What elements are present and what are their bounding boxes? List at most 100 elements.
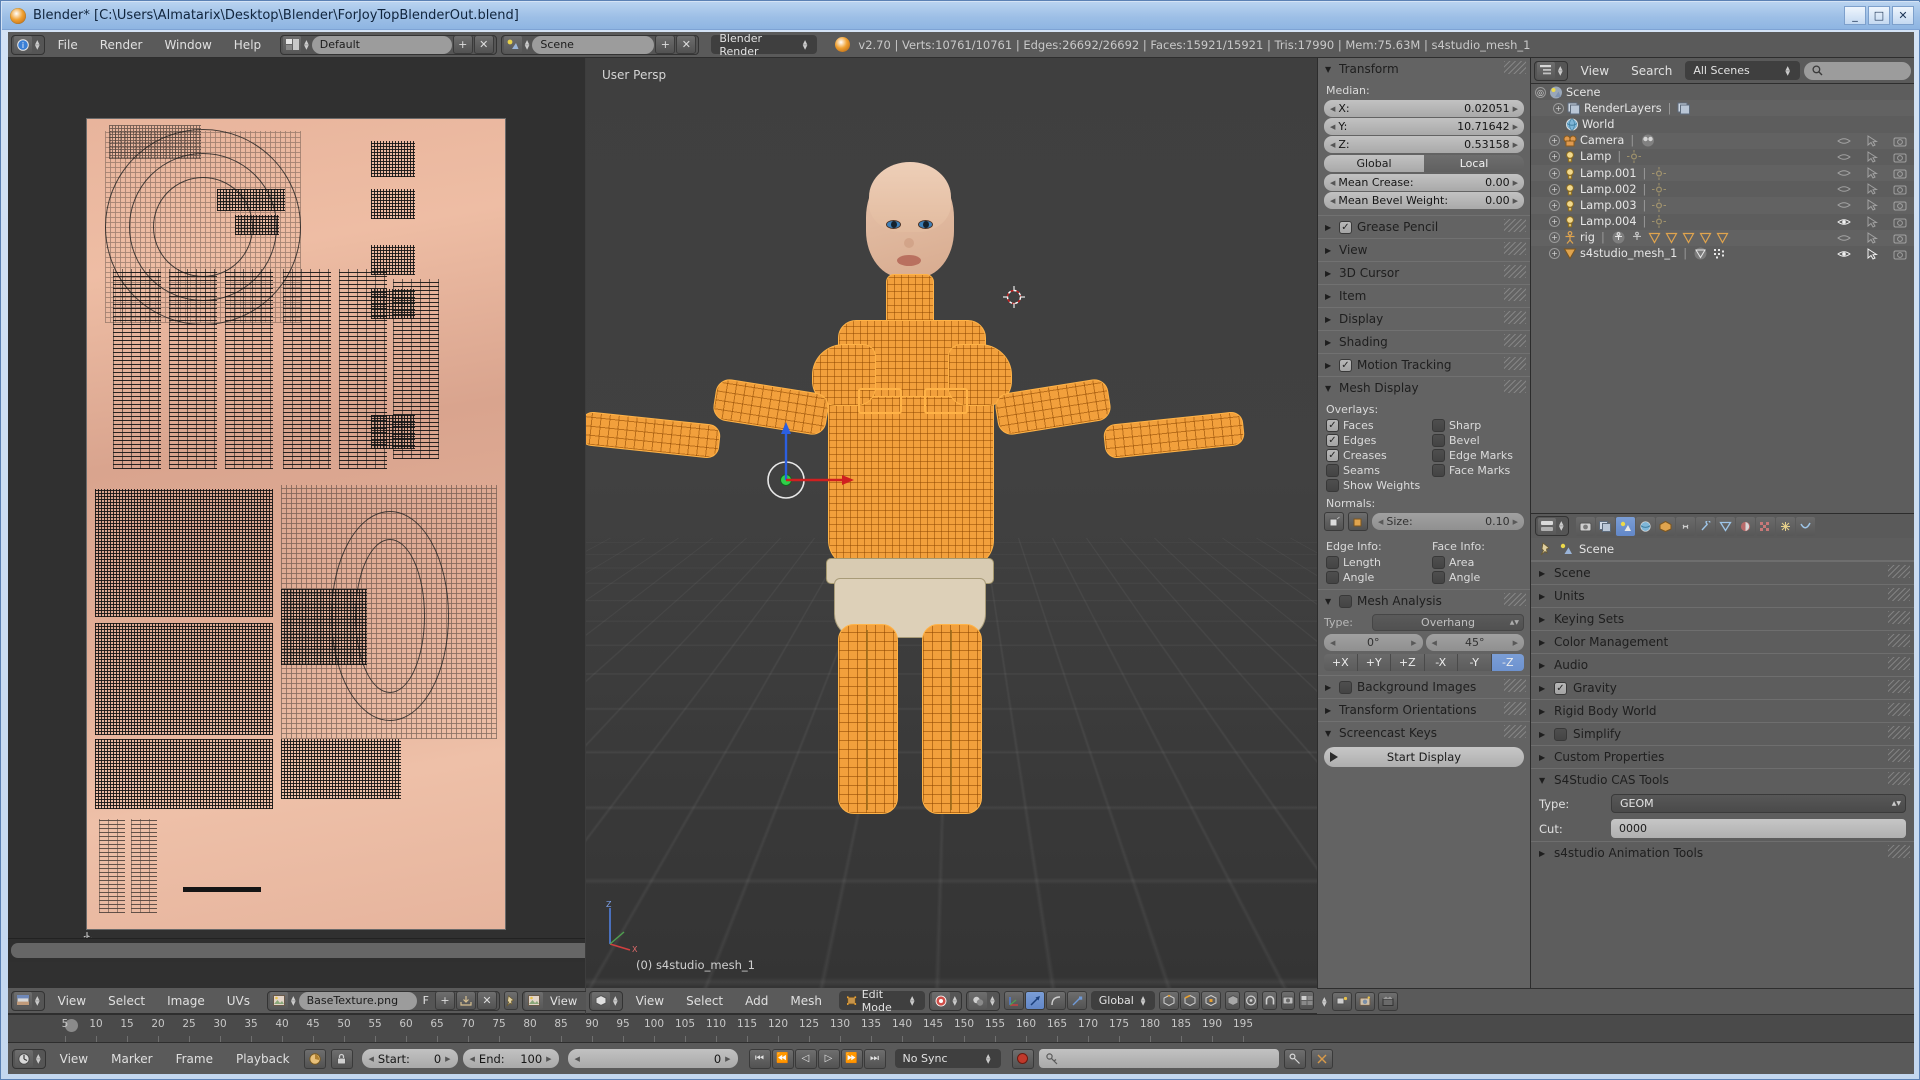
outliner-row-world[interactable]: World xyxy=(1531,116,1914,132)
local-space-button[interactable]: Local xyxy=(1424,155,1524,172)
timeline-menu-playback[interactable]: Playback xyxy=(227,1052,299,1066)
panel-header-view[interactable]: ▶ View xyxy=(1318,238,1530,261)
increment-icon[interactable]: ▶ xyxy=(1513,123,1518,131)
panel-resize-grip[interactable] xyxy=(1888,588,1910,601)
increment-icon[interactable]: ▶ xyxy=(1513,639,1518,647)
editor-type-selector-properties[interactable]: ▲ ▼ xyxy=(1535,516,1569,536)
auto-keyframe-button[interactable] xyxy=(1011,1048,1034,1069)
outliner-row-camera[interactable]: + Camera | xyxy=(1531,133,1914,149)
props-panel-keying-sets[interactable]: ▶ Keying Sets xyxy=(1531,607,1914,630)
median-z-field[interactable]: ◀ Z: 0.53158 ▶ xyxy=(1324,136,1524,153)
axis-plus-y-button[interactable]: +Y xyxy=(1357,654,1391,671)
restrict-render-icon[interactable] xyxy=(1893,151,1907,163)
view-layers-button[interactable] xyxy=(1299,991,1314,1010)
outliner-restrict-columns[interactable] xyxy=(1837,215,1907,228)
props-panel-scene[interactable]: ▶ Scene xyxy=(1531,561,1914,584)
outliner-row-lamp[interactable]: + Lamp | xyxy=(1531,149,1914,165)
panel-header-mesh-display[interactable]: ▼ Mesh Display xyxy=(1318,376,1530,399)
restrict-render-icon[interactable] xyxy=(1893,232,1907,244)
panel-resize-grip[interactable] xyxy=(1888,749,1910,762)
panel-header-transform[interactable]: ▼ Transform xyxy=(1318,58,1530,80)
mesh-data-icons[interactable] xyxy=(1693,247,1727,260)
manipulator-buttons[interactable] xyxy=(1003,991,1087,1010)
transform-manipulator[interactable] xyxy=(764,412,874,522)
panel-resize-grip[interactable] xyxy=(1888,634,1910,647)
outliner-restrict-columns[interactable] xyxy=(1837,183,1907,195)
lock-frame-button[interactable] xyxy=(330,1048,353,1069)
mesh-model[interactable] xyxy=(586,58,1317,988)
restrict-select-icon[interactable] xyxy=(1865,215,1879,228)
uv-image-editor[interactable] xyxy=(8,58,585,988)
face-area-row[interactable]: Area xyxy=(1424,555,1530,570)
analysis-max-angle-field[interactable]: ◀ 45° ▶ xyxy=(1425,634,1524,651)
screen-layout-name[interactable]: Default xyxy=(311,35,452,54)
renderlayer-data-icon[interactable] xyxy=(1677,102,1691,115)
overlay-creases-row[interactable]: ✓ Creases xyxy=(1318,448,1424,463)
lamp-data-icon[interactable] xyxy=(1652,215,1667,229)
render-settings-icon-button[interactable] xyxy=(1331,992,1352,1011)
render-animation-button[interactable] xyxy=(1377,992,1398,1011)
interaction-mode-selector[interactable]: Edit Mode ▲ ▼ xyxy=(838,988,925,1014)
scene-selector[interactable]: ▲ ▼ Scene + ✕ xyxy=(500,34,700,55)
lamp-data-icon[interactable] xyxy=(1652,182,1667,196)
decrement-icon[interactable]: ◀ xyxy=(1378,518,1383,526)
panel-header-mesh-analysis[interactable]: ▼ Mesh Analysis xyxy=(1318,589,1530,612)
editor-type-selector-outliner[interactable]: ▲ ▼ xyxy=(1534,60,1568,81)
editor-type-selector-timeline[interactable]: ▲ ▼ xyxy=(12,1048,46,1069)
lamp-data-icon[interactable] xyxy=(1627,150,1642,164)
restrict-select-icon[interactable] xyxy=(1865,199,1879,212)
edge-angle-row[interactable]: Angle xyxy=(1318,570,1424,585)
panel-resize-grip[interactable] xyxy=(1888,772,1910,785)
timeline-ruler[interactable]: 5 10 15 20 25 30 35 40 45 50 55 60 65 70 75 80 85 90 95 100… xyxy=(8,1014,1914,1042)
lamp-data-icon[interactable] xyxy=(1652,166,1667,180)
increment-icon[interactable]: ▶ xyxy=(445,1055,450,1063)
increment-icon[interactable]: ▶ xyxy=(1513,197,1518,205)
decrement-icon[interactable]: ◀ xyxy=(470,1055,475,1063)
panel-resize-grip[interactable] xyxy=(1504,61,1526,74)
expand-toggle-icon[interactable]: + xyxy=(1549,167,1560,179)
scale-manipulator-button[interactable] xyxy=(1066,991,1087,1010)
render-engine-selector[interactable]: Blender Render ▲ ▼ xyxy=(711,32,818,58)
screen-layout-selector[interactable]: ▲ ▼ Default + ✕ xyxy=(280,34,497,55)
uv-scrollbar-thumb[interactable] xyxy=(11,943,585,958)
axis-minus-z-button[interactable]: -Z xyxy=(1491,654,1524,671)
restrict-select-icon[interactable] xyxy=(1865,167,1879,179)
uv-image-name[interactable]: BaseTexture.png xyxy=(298,991,417,1010)
axis-minus-y-button[interactable]: -Y xyxy=(1458,654,1492,671)
tab-mesh-data[interactable] xyxy=(1715,516,1735,536)
expand-toggle-icon[interactable]: ◎ xyxy=(1535,86,1546,98)
median-y-field[interactable]: ◀ Y: 10.71642 ▶ xyxy=(1324,118,1524,135)
transform-orientation-selector[interactable]: Global ▲ ▼ xyxy=(1090,991,1156,1010)
show-weights-checkbox[interactable] xyxy=(1326,479,1339,492)
face-angle-checkbox[interactable] xyxy=(1432,571,1445,584)
restrict-select-icon[interactable] xyxy=(1865,183,1879,195)
cas-type-row[interactable]: Type: GEOM ▲▼ xyxy=(1531,791,1914,816)
play-button[interactable]: ▷ xyxy=(817,1048,840,1069)
close-button[interactable]: ✕ xyxy=(1892,6,1914,25)
expand-toggle-icon[interactable]: + xyxy=(1549,232,1560,244)
cas-type-dropdown[interactable]: GEOM ▲▼ xyxy=(1611,794,1906,813)
overlay-edges-row[interactable]: ✓ Edges xyxy=(1318,433,1424,448)
panel-resize-grip[interactable] xyxy=(1504,311,1526,324)
panel-header-screencast-keys[interactable]: ▼ Screencast Keys xyxy=(1318,721,1530,744)
edge-angle-checkbox[interactable] xyxy=(1326,571,1339,584)
mesh-analysis-checkbox[interactable] xyxy=(1339,594,1352,608)
delete-keyframe-button[interactable] xyxy=(1310,1048,1333,1069)
global-space-button[interactable]: Global xyxy=(1324,155,1424,172)
uv-menu-view[interactable]: View xyxy=(49,994,95,1008)
fake-user-button[interactable]: F xyxy=(418,994,434,1007)
panel-resize-grip[interactable] xyxy=(1504,593,1526,606)
decrement-icon[interactable]: ◀ xyxy=(1330,141,1335,149)
panel-header-grease-pencil[interactable]: ▶ ✓ Grease Pencil xyxy=(1318,215,1530,238)
decrement-icon[interactable]: ◀ xyxy=(1432,639,1437,647)
tab-scene[interactable] xyxy=(1615,516,1635,536)
panel-resize-grip[interactable] xyxy=(1504,702,1526,715)
panel-resize-grip[interactable] xyxy=(1504,725,1526,738)
outliner-editor[interactable]: ▲ ▼ View Search All Scenes ▲ ▼ ◎ Scene +… xyxy=(1530,58,1914,513)
proportional-edit-button[interactable] xyxy=(1243,991,1259,1010)
show-weights-row[interactable]: Show Weights xyxy=(1318,478,1530,493)
expand-toggle-icon[interactable]: + xyxy=(1549,199,1560,211)
use-preview-range-button[interactable] xyxy=(303,1048,326,1069)
panel-header-item[interactable]: ▶ Item xyxy=(1318,284,1530,307)
maximize-button[interactable]: □ xyxy=(1868,6,1890,25)
